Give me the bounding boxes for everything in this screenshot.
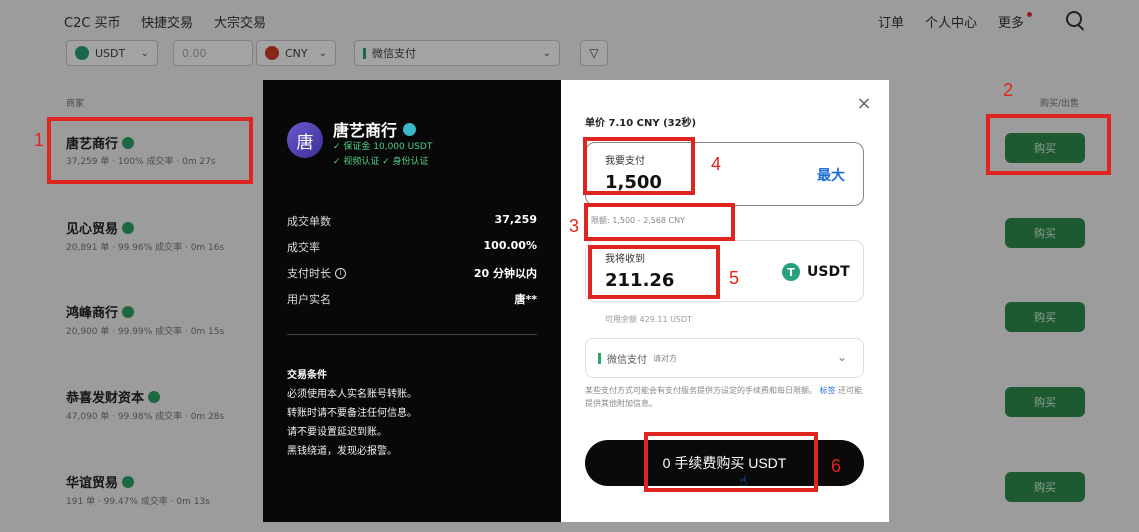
merchant-title-text: 唐艺商行 xyxy=(333,121,398,140)
merchant-title: 唐艺商行 xyxy=(333,117,417,141)
annotation-number-1: 1 xyxy=(34,130,45,150)
stat-value: 20 分钟以内 xyxy=(473,267,537,280)
wechat-marker-icon xyxy=(598,352,601,364)
stat-value: 37,259 xyxy=(494,213,537,226)
verification-badges: ✓ 视频认证 ✓ 身份认证 xyxy=(333,157,429,167)
annotation-number-2: 2 xyxy=(1003,80,1014,100)
annotation-number-3: 3 xyxy=(569,216,580,236)
deposit-badge: ✓ 保证金 10,000 USDT xyxy=(333,142,433,152)
annotation-box-1 xyxy=(47,117,253,184)
condition-line: 请不要设置延迟到账。 xyxy=(287,427,387,438)
payment-method-select[interactable]: 微信支付 请对方 ⌄ xyxy=(585,338,864,378)
usdt-coin-icon: T xyxy=(782,263,800,281)
annotation-number-6: 6 xyxy=(831,456,842,476)
chevron-down-icon: ⌄ xyxy=(836,350,847,364)
divider xyxy=(287,334,537,335)
receive-coin-label: USDT xyxy=(807,264,850,280)
available-balance: 可用余额 429.11 USDT xyxy=(605,315,693,324)
condition-line: 必须使用本人实名账号转账。 xyxy=(287,389,417,400)
unit-price: 单价 7.10 CNY (32秒) xyxy=(585,118,697,129)
stat-label: 成交率 xyxy=(287,241,320,254)
fee-note: 某些支付方式可能会有支付服务提供方设定的手续费和每日限额。 标签 还可能提供其他… xyxy=(585,384,864,410)
fee-note-text: 某些支付方式可能会有支付服务提供方设定的手续费和每日限额。 xyxy=(585,386,817,395)
annotation-box-3 xyxy=(584,203,735,241)
payment-method-value: 微信支付 xyxy=(607,354,647,366)
merchant-info-panel: 唐 唐艺商行 ✓ 保证金 10,000 USDT ✓ 视频认证 ✓ 身份认证 成… xyxy=(263,80,561,522)
stat-value: 唐** xyxy=(514,293,537,306)
stat-label: 用户实名 xyxy=(287,293,331,306)
verified-icon xyxy=(403,122,417,136)
stat-orders: 成交单数 37,259 xyxy=(287,213,537,229)
annotation-number-5: 5 xyxy=(729,268,740,288)
stat-completion-rate: 成交率 100.00% xyxy=(287,239,537,255)
payment-method-sub: 请对方 xyxy=(653,353,677,363)
stat-real-name: 用户实名 唐** xyxy=(287,291,537,307)
info-icon[interactable]: i xyxy=(335,267,346,279)
annotation-box-4 xyxy=(583,137,695,195)
annotation-box-2 xyxy=(986,114,1111,175)
max-button[interactable]: 最大 xyxy=(817,165,845,185)
avatar: 唐 xyxy=(287,122,323,158)
stat-value: 100.00% xyxy=(483,239,537,252)
conditions-title: 交易条件 xyxy=(287,370,327,381)
annotation-number-4: 4 xyxy=(711,154,722,174)
stat-label-text: 支付时长 xyxy=(287,267,331,280)
close-icon[interactable]: × xyxy=(856,95,872,113)
annotation-box-6 xyxy=(644,432,818,492)
tag-link[interactable]: 标签 xyxy=(820,386,836,395)
condition-line: 转账时请不要备注任何信息。 xyxy=(287,408,417,419)
stat-label: 支付时长 i xyxy=(287,265,346,281)
stat-payment-time: 支付时长 i 20 分钟以内 xyxy=(287,265,537,281)
annotation-box-5 xyxy=(588,245,720,299)
condition-line: 黑钱绕道，发现必报警。 xyxy=(287,446,397,457)
stat-label: 成交单数 xyxy=(287,215,331,228)
